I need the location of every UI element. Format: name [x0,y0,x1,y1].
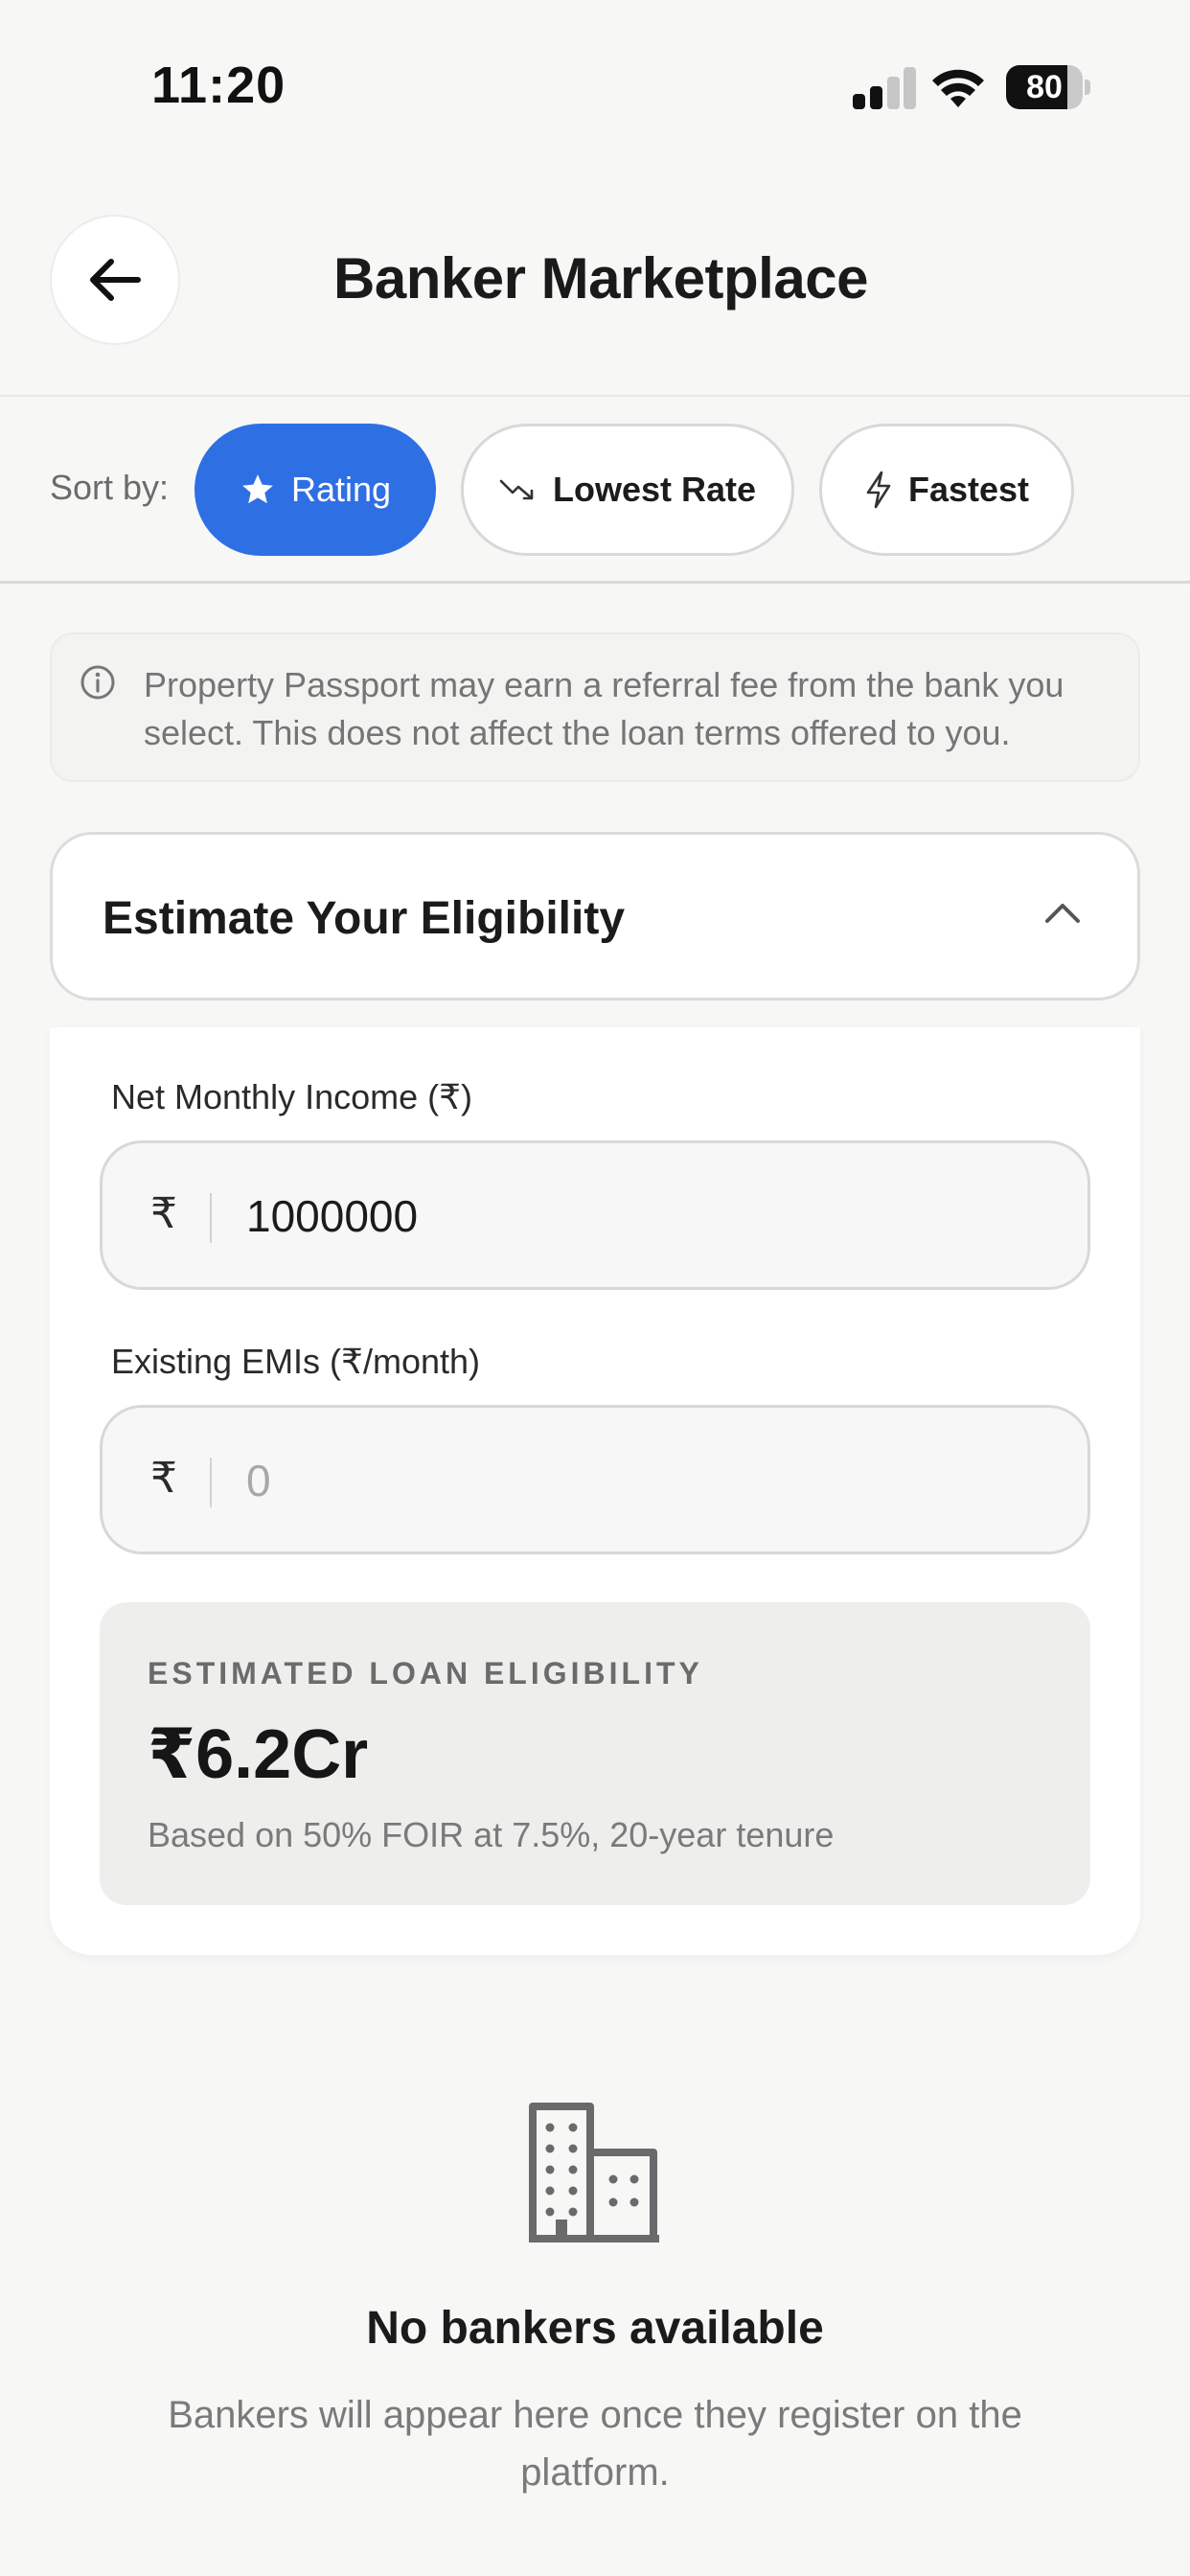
income-input[interactable] [246,1187,1032,1245]
sort-chip-fastest[interactable]: Fastest [819,424,1074,556]
info-icon [80,665,115,700]
cellular-signal-icon [853,67,916,109]
battery-icon: 80 [1006,65,1090,109]
result-note: Based on 50% FOIR at 7.5%, 20-year tenur… [148,1815,835,1854]
trending-down-icon [499,479,534,500]
status-bar: 11:20 80 [0,0,1190,172]
lightning-icon [866,471,891,509]
arrow-left-icon [90,259,141,301]
back-button[interactable] [50,215,180,345]
emi-field[interactable]: ₹ [100,1405,1090,1554]
referral-disclaimer: Property Passport may earn a referral fe… [50,632,1140,782]
eligibility-panel: Net Monthly Income (₹) ₹ Existing EMIs (… [50,1027,1140,1955]
battery-percentage: 80 [1026,69,1063,105]
input-separator [210,1193,212,1243]
emi-input[interactable] [246,1452,1032,1509]
page-title: Banker Marketplace [333,246,868,310]
building-icon [529,2103,659,2242]
income-label: Net Monthly Income (₹) [111,1077,473,1116]
status-time: 11:20 [151,57,286,114]
result-label: ESTIMATED LOAN ELIGIBILITY [148,1656,703,1690]
sort-chip-label: Rating [290,470,392,509]
sort-label: Sort by: [50,468,170,507]
emi-label: Existing EMIs (₹/month) [111,1342,480,1381]
sort-chip-rating[interactable]: Rating [195,424,436,556]
wifi-icon [932,69,984,107]
header-divider [0,395,1190,397]
eligibility-title: Estimate Your Eligibility [103,893,626,944]
empty-state-title: No bankers available [366,2303,824,2354]
empty-state-description: Bankers will appear here once they regis… [168,2394,1022,2494]
eligibility-toggle[interactable]: Estimate Your Eligibility [50,832,1140,1000]
chevron-up-icon [1045,904,1080,923]
input-separator [210,1458,212,1507]
result-value: ₹6.2Cr [148,1716,369,1793]
star-icon [242,474,273,504]
sort-chip-label: Fastest [907,470,1030,509]
sort-chip-label: Lowest Rate [552,470,757,509]
sort-divider [0,581,1190,584]
rupee-prefix: ₹ [150,1455,177,1502]
sort-chip-lowest-rate[interactable]: Lowest Rate [461,424,794,556]
disclaimer-text: Property Passport may earn a referral fe… [144,665,1064,752]
eligibility-result: ESTIMATED LOAN ELIGIBILITY ₹6.2Cr Based … [100,1602,1090,1905]
rupee-prefix: ₹ [150,1190,177,1237]
income-field[interactable]: ₹ [100,1140,1090,1290]
